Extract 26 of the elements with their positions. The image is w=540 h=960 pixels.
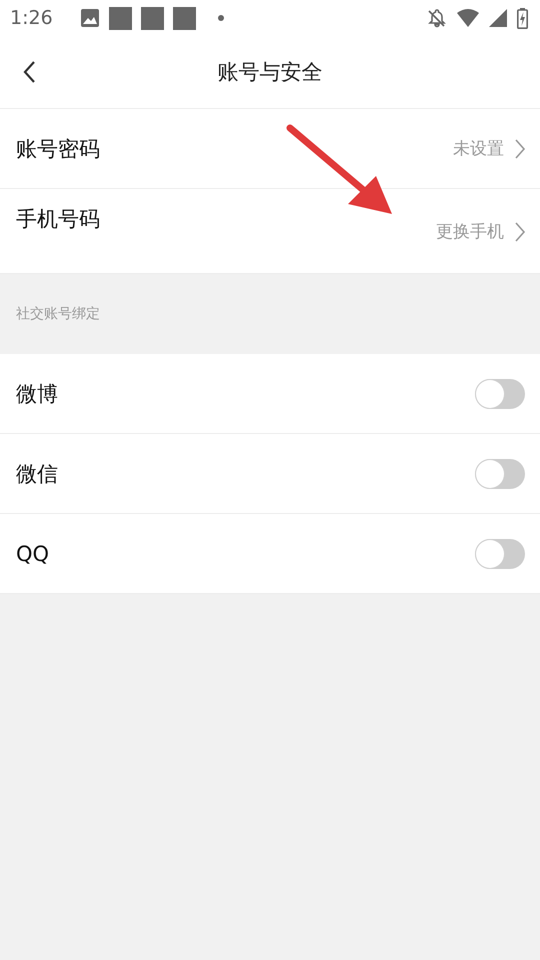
notification-icon	[140, 6, 164, 30]
toggle-switch[interactable]	[475, 378, 525, 408]
chevron-right-icon	[514, 220, 526, 242]
settings-row[interactable]: 账号密码 未设置	[0, 109, 540, 188]
row-value: 未设置	[453, 138, 504, 160]
row-label: 账号密码	[16, 136, 101, 162]
signal-icon	[489, 9, 507, 27]
row-label: 手机号码	[16, 206, 101, 233]
chevron-right-icon	[514, 138, 526, 160]
toggle-switch[interactable]	[475, 538, 525, 568]
image-icon	[80, 8, 100, 28]
settings-row[interactable]: 手机号码 更换手机	[0, 189, 540, 273]
account-label: QQ	[16, 542, 50, 566]
row-value: 更换手机	[436, 221, 504, 243]
section-header: 社交账号绑定	[16, 305, 100, 323]
bell-off-icon	[427, 8, 447, 28]
wifi-icon	[457, 9, 479, 27]
dot-icon	[216, 14, 225, 22]
account-label: 微信	[16, 460, 59, 488]
battery-icon	[517, 8, 528, 28]
status-time: 1:26	[10, 7, 53, 29]
toggle-switch[interactable]	[475, 458, 525, 488]
notification-icon	[108, 6, 132, 30]
account-label: 微博	[16, 380, 59, 408]
notification-icon	[172, 6, 196, 30]
page-title: 账号与安全	[218, 59, 322, 86]
